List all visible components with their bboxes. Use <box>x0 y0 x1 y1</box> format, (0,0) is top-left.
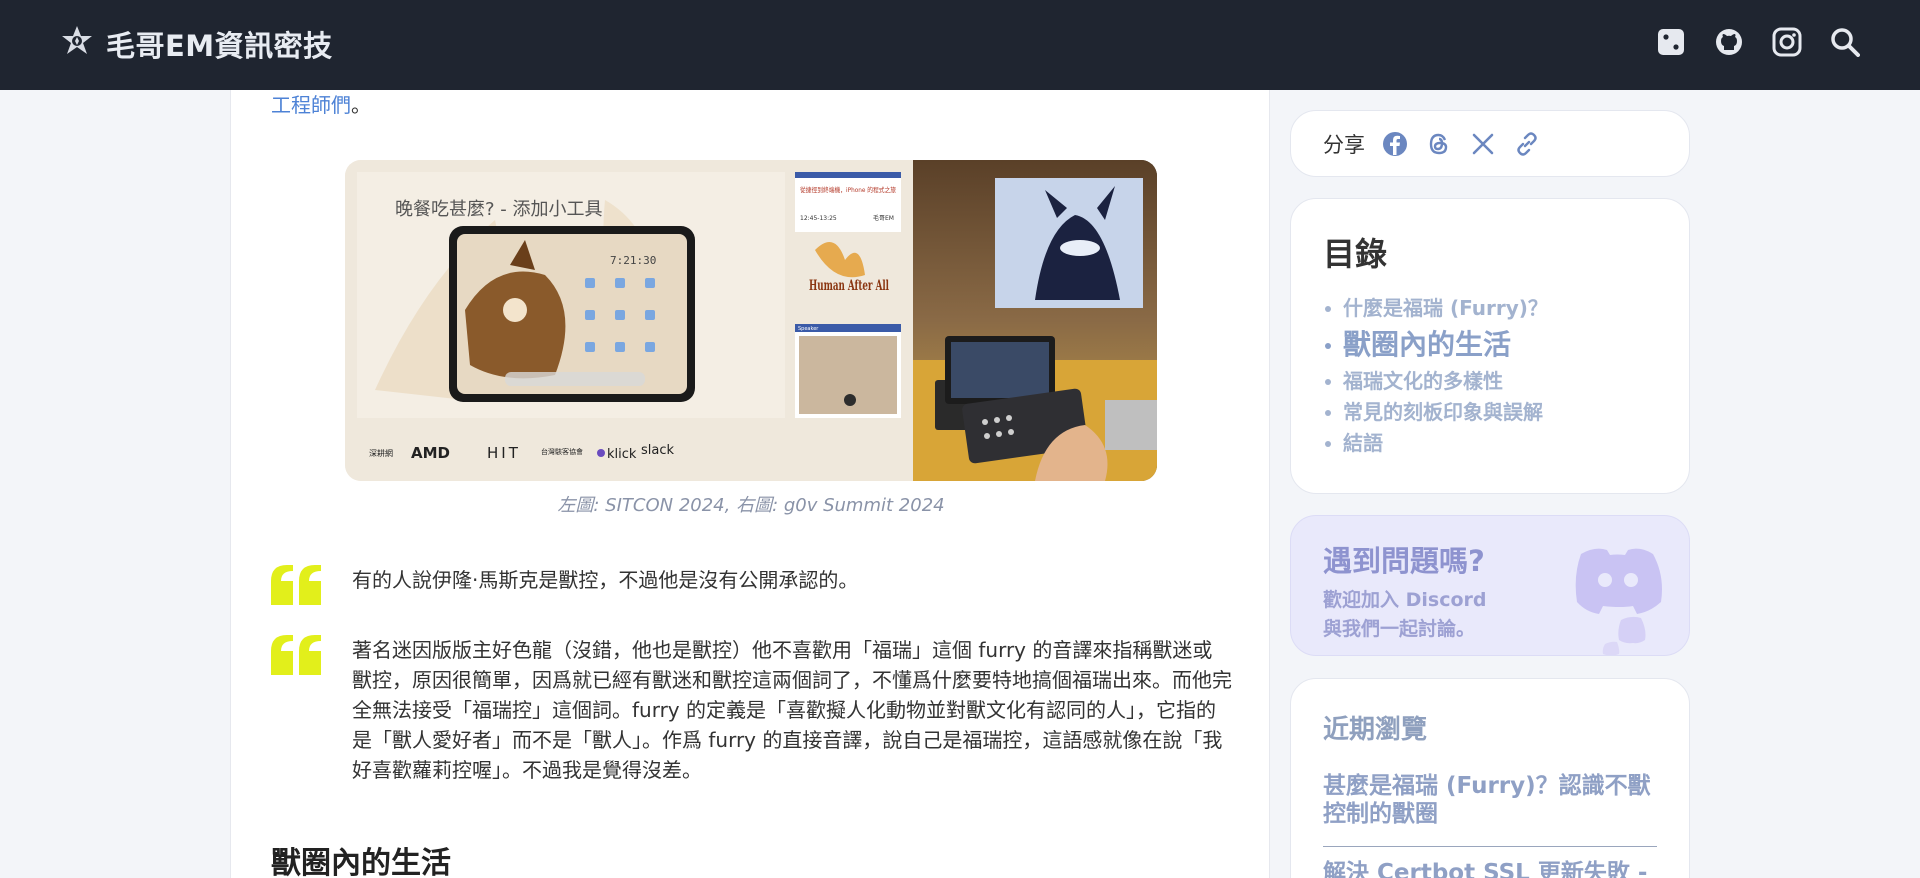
facebook-icon[interactable] <box>1381 130 1409 158</box>
toc-item[interactable]: 常見的刻板印象與誤解 <box>1323 397 1657 428</box>
github-icon[interactable] <box>1712 25 1746 59</box>
recent-title: 近期瀏覽 <box>1323 715 1428 745</box>
recent-link[interactable]: 甚麼是福瑞 (Furry)？認識不獸控制的獸圈 <box>1323 772 1657 847</box>
slide-time: 12:45-13:25 <box>800 215 837 222</box>
toc-list: 什麼是福瑞 (Furry)？ 獸圈內的生活 福瑞文化的多樣性 常見的刻板印象與誤… <box>1323 293 1657 459</box>
slide-title: 從捷徑到終端機，iPhone 的程式之旅 <box>800 185 896 194</box>
figure-caption: 左圖: SITCON 2024, 右圖: g0v Summit 2024 <box>557 495 945 516</box>
sponsor-0: 深耕網 <box>369 448 393 458</box>
sponsor-2: HIT <box>487 444 521 462</box>
section-heading: 獸圈內的生活 <box>271 846 451 878</box>
toc-item[interactable]: 什麼是福瑞 (Furry)？ <box>1323 293 1657 324</box>
table-of-contents: 目錄 什麼是福瑞 (Furry)？ 獸圈內的生活 福瑞文化的多樣性 常見的刻板印… <box>1290 198 1690 494</box>
sponsor-5: slack <box>641 443 674 458</box>
engineers-link[interactable]: 工程師們 <box>271 93 351 117</box>
site-brand[interactable]: 毛哥EM資訊密技 <box>58 22 333 66</box>
toc-item[interactable]: 福瑞文化的多樣性 <box>1323 366 1657 397</box>
article-paragraph: 工程師們。 <box>271 89 371 118</box>
sponsor-1: AMD <box>411 444 450 462</box>
widget-title: 晚餐吃甚麼? - 添加小工具 <box>395 199 603 220</box>
tablet-clock: 7:21:30 <box>610 254 656 267</box>
recently-viewed: 近期瀏覽 甚麼是福瑞 (Furry)？認識不獸控制的獸圈 解決 Certbot … <box>1290 678 1690 878</box>
search-icon[interactable] <box>1828 25 1862 59</box>
site-header: 毛哥EM資訊密技 <box>0 0 1920 90</box>
share-card: 分享 <box>1290 110 1690 177</box>
quote-text: 有的人說伊隆·馬斯克是獸控，不過他是沒有公開承認的。 <box>352 568 859 592</box>
quote-mark-icon <box>271 565 321 605</box>
dice-icon[interactable] <box>1654 25 1688 59</box>
quote-mark-icon <box>271 635 321 675</box>
site-logo-icon <box>62 26 92 54</box>
toc-item[interactable]: 結語 <box>1323 428 1657 459</box>
discord-invite-card[interactable]: 遇到問題嗎? 歡迎加入 Discord 與我們一起討論。 <box>1290 515 1690 656</box>
link-icon[interactable] <box>1513 130 1541 158</box>
sponsor-4: klick <box>607 447 637 462</box>
slide-speaker: 毛哥EM <box>873 214 894 222</box>
link-suffix: 。 <box>351 93 371 117</box>
article-content: 工程師們。 晚餐吃甚麼? - 添加小工具 7:21:30 從捷徑到終端機，iPh… <box>230 0 1270 878</box>
speaker-label: Speaker <box>798 326 819 332</box>
threads-icon[interactable] <box>1425 130 1453 158</box>
article-figure[interactable]: 晚餐吃甚麼? - 添加小工具 7:21:30 從捷徑到終端機，iPhone 的程… <box>345 160 1157 481</box>
toc-title: 目錄 <box>1323 235 1388 273</box>
conference-photos: 晚餐吃甚麼? - 添加小工具 7:21:30 從捷徑到終端機，iPhone 的程… <box>345 160 1157 481</box>
toc-item-active[interactable]: 獸圈內的生活 <box>1323 324 1657 366</box>
instagram-icon[interactable] <box>1770 25 1804 59</box>
x-icon[interactable] <box>1469 130 1497 158</box>
share-label: 分享 <box>1323 132 1365 157</box>
site-title: 毛哥EM資訊密技 <box>106 29 333 63</box>
quote-text: 著名迷因版版主好色龍（沒錯，他也是獸控）他不喜歡用「福瑞」這個 furry 的音… <box>352 638 1232 782</box>
sponsor-3: 台灣駭客協會 <box>541 447 583 456</box>
discord-icon <box>1575 548 1662 655</box>
recent-link[interactable]: 解決 Certbot SSL 更新失敗 - <box>1323 859 1657 878</box>
event-logo: Human After All <box>809 278 889 294</box>
header-actions <box>1630 25 1862 59</box>
